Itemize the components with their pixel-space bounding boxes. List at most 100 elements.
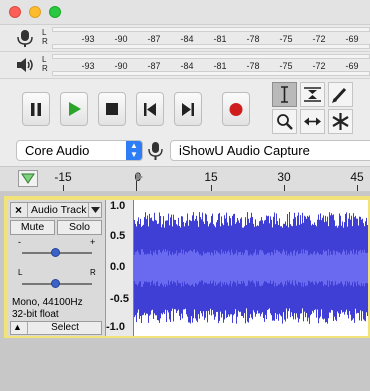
track-info: Mono, 44100Hz 32-bit float (12, 297, 83, 321)
meter-tick: -84 (180, 34, 194, 44)
meter-tick: -75 (279, 61, 293, 71)
recording-device-value: iShowU Audio Capture (179, 143, 310, 158)
meter-tick: -90 (114, 61, 128, 71)
track-select-button[interactable]: Select (27, 322, 102, 334)
collapse-track-button[interactable]: ▲ (13, 322, 22, 332)
transport-toolbar (12, 84, 270, 132)
skip-to-end-button[interactable] (174, 92, 202, 126)
audio-host-select[interactable]: Core Audio ▲ ▼ (16, 140, 143, 161)
playhead-marker-icon[interactable] (136, 173, 144, 183)
track-close-button[interactable]: × (15, 203, 22, 217)
meter-tick: -81 (213, 34, 227, 44)
selection-tool[interactable] (272, 82, 297, 107)
double-arrow-icon (304, 117, 321, 126)
stop-button[interactable] (98, 92, 126, 126)
left-channel-label: L (42, 55, 47, 64)
meter-tick: -93 (81, 61, 95, 71)
skip-to-start-icon (144, 103, 156, 116)
ruler-label: 0.0 (110, 261, 126, 273)
left-meter-bar (52, 54, 370, 59)
pan-left-label: L (18, 268, 23, 277)
ruler-label: 1.0 (110, 200, 126, 212)
right-meter-bar (52, 44, 370, 49)
speaker-icon[interactable] (14, 56, 36, 74)
zoom-window-button[interactable] (49, 6, 61, 18)
empty-track-area[interactable] (0, 342, 370, 391)
left-channel-label: L (42, 28, 47, 37)
timeline-label: 15 (204, 170, 218, 184)
track-control-panel: × Audio Track Mute Solo - + L R Mono, 44… (8, 200, 106, 336)
mute-button[interactable]: Mute (10, 220, 55, 235)
time-shift-tool[interactable] (300, 109, 325, 134)
ruler-label: -1.0 (106, 321, 125, 333)
timeline-label: 30 (277, 170, 291, 184)
playback-meter-toolbar[interactable]: L R -93 -90 -87 -84 -81 -78 -75 -72 -69 (0, 52, 370, 79)
right-meter-bar (52, 71, 370, 76)
solo-button[interactable]: Solo (57, 220, 102, 235)
chevron-up-down-icon: ▲ ▼ (126, 141, 142, 160)
audacity-window: L R -93 -90 -87 -84 -81 -78 -75 -72 -69 … (0, 0, 370, 391)
meter-tick: -84 (180, 61, 194, 71)
meter-tick: -81 (213, 61, 227, 71)
audio-host-value: Core Audio (25, 143, 90, 158)
play-icon (69, 102, 81, 116)
skip-to-end-icon (182, 103, 194, 116)
timeline-label: 45 (350, 170, 364, 184)
close-window-button[interactable] (9, 6, 21, 18)
waveform-display[interactable] (134, 200, 368, 336)
play-region-button[interactable] (18, 170, 38, 187)
timeline-tick (63, 185, 64, 191)
title-bar (0, 0, 370, 25)
pencil-icon (332, 87, 347, 103)
zoom-tool[interactable] (272, 109, 297, 134)
envelope-tool[interactable] (300, 82, 325, 107)
triangle-down-icon (21, 173, 35, 184)
ruler-label: -0.5 (110, 293, 129, 305)
stop-icon (106, 103, 118, 115)
right-channel-label: R (42, 37, 48, 46)
track-sample-format-label: 32-bit float (12, 309, 59, 320)
skip-to-start-button[interactable] (136, 92, 164, 126)
magnifier-icon (277, 114, 293, 130)
meter-tick: -78 (246, 34, 260, 44)
track-format-label: Mono, 44100Hz (12, 297, 83, 308)
meter-tick: -90 (114, 34, 128, 44)
draw-tool[interactable] (328, 82, 353, 107)
timeline-tick (284, 185, 285, 191)
gain-slider-thumb[interactable] (51, 248, 60, 257)
timeline-ruler[interactable]: -15 0 15 30 45 (0, 166, 370, 192)
ruler-label: 0.5 (110, 230, 126, 242)
pause-button[interactable] (22, 92, 50, 126)
play-button[interactable] (60, 92, 88, 126)
timeline-tick (211, 185, 212, 191)
left-meter-bar (52, 27, 370, 32)
meter-tick: -87 (147, 61, 161, 71)
pan-right-label: R (90, 268, 96, 277)
minimize-window-button[interactable] (29, 6, 41, 18)
meter-tick: -69 (345, 34, 359, 44)
meter-tick: -93 (81, 34, 95, 44)
audio-track[interactable]: × Audio Track Mute Solo - + L R Mono, 44… (4, 196, 370, 338)
multi-tool[interactable] (328, 109, 353, 134)
meter-tick: -72 (312, 61, 326, 71)
meter-tick: -87 (147, 34, 161, 44)
pan-slider-thumb[interactable] (51, 279, 60, 288)
i-beam-icon (281, 86, 288, 103)
meter-tick: -75 (279, 34, 293, 44)
recording-meter-scale[interactable]: -93 -90 -87 -84 -81 -78 -75 -72 -69 (52, 27, 370, 49)
tools-toolbar (272, 80, 370, 138)
pause-icon (31, 103, 41, 116)
playback-meter-scale[interactable]: -93 -90 -87 -84 -81 -78 -75 -72 -69 (52, 54, 370, 76)
record-button[interactable] (222, 92, 250, 126)
microphone-icon[interactable] (14, 29, 36, 47)
chevron-down-icon[interactable] (91, 206, 100, 214)
waveform (134, 212, 368, 324)
recording-meter-toolbar[interactable]: L R -93 -90 -87 -84 -81 -78 -75 -72 -69 (0, 25, 370, 52)
track-panel: × Audio Track Mute Solo - + L R Mono, 44… (0, 192, 370, 391)
amplitude-ruler[interactable]: 1.0 0.5 0.0 -0.5 -1.0 (106, 200, 134, 336)
recording-device-select[interactable]: iShowU Audio Capture (170, 140, 370, 161)
meter-channel-labels: L R (42, 28, 48, 46)
track-name-menu[interactable]: Audio Track (27, 203, 89, 217)
asterisk-icon (332, 113, 349, 130)
record-icon (229, 103, 243, 116)
